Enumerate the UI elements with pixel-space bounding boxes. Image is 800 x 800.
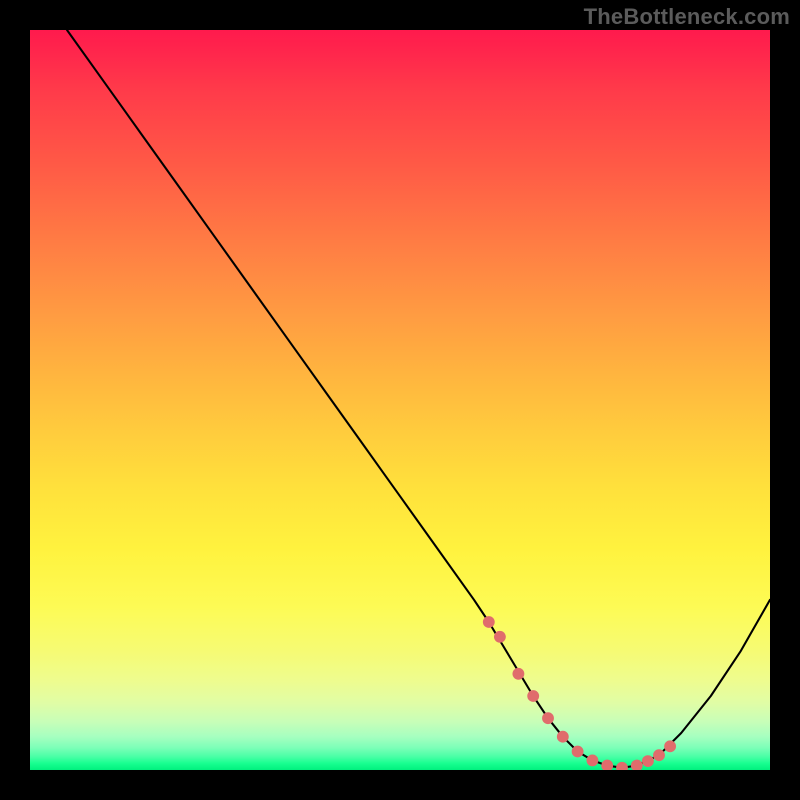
marker-dot <box>601 760 613 770</box>
marker-dot <box>653 749 665 761</box>
marker-dot <box>483 616 495 628</box>
marker-dot <box>631 760 643 770</box>
marker-dot <box>642 755 654 767</box>
marker-dot <box>616 762 628 770</box>
highlight-dots <box>483 616 676 770</box>
attribution-text: TheBottleneck.com <box>584 4 790 30</box>
marker-dot <box>557 731 569 743</box>
marker-dot <box>527 690 539 702</box>
plot-area <box>30 30 770 770</box>
marker-dot <box>542 712 554 724</box>
marker-dot <box>664 740 676 752</box>
curve-layer <box>30 30 770 770</box>
bottleneck-curve <box>67 30 770 768</box>
marker-dot <box>586 754 598 766</box>
marker-dot <box>512 668 524 680</box>
marker-dot <box>494 631 506 643</box>
chart-frame: TheBottleneck.com <box>0 0 800 800</box>
marker-dot <box>572 746 584 758</box>
